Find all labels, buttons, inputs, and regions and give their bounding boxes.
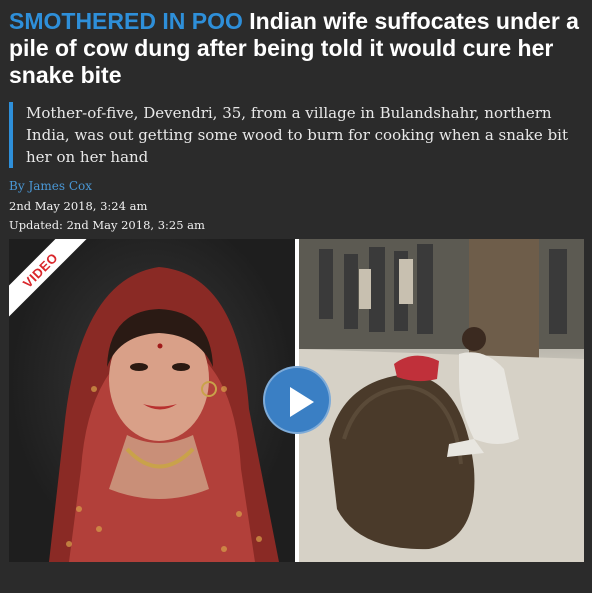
standfirst: Mother-of-five, Devendri, 35, from a vil…: [9, 102, 579, 168]
headline[interactable]: SMOTHERED IN POO Indian wife suffocates …: [9, 8, 585, 89]
scene-illustration: [299, 239, 584, 562]
updated-date: Updated: 2nd May 2018, 3:25 am: [9, 218, 205, 232]
video-badge-label: VIDEO: [19, 249, 61, 291]
author-link[interactable]: James Cox: [28, 179, 92, 193]
video-player[interactable]: VIDEO: [9, 239, 584, 562]
play-icon: [290, 387, 314, 417]
article: SMOTHERED IN POO Indian wife suffocates …: [0, 0, 592, 593]
byline: By James Cox: [9, 179, 92, 193]
byline-prefix: By: [9, 179, 25, 193]
headline-kicker: SMOTHERED IN POO: [9, 8, 243, 34]
scene-photo: [299, 239, 584, 562]
video-badge: VIDEO: [9, 239, 89, 319]
play-button[interactable]: [263, 366, 331, 434]
published-date: 2nd May 2018, 3:24 am: [9, 199, 148, 213]
